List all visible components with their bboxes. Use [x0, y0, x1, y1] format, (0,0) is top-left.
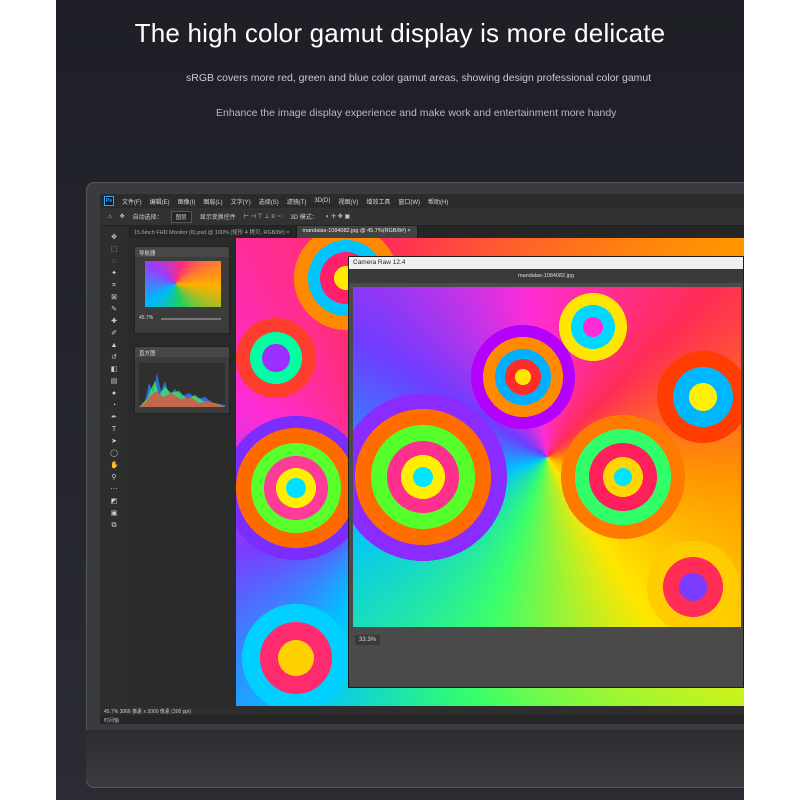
- camera-raw-preview[interactable]: [353, 287, 741, 627]
- menu-window[interactable]: 窗口(W): [398, 197, 420, 206]
- tab-mandalas[interactable]: mandalas-1084082.jpg @ 45.7%(RGB/8#) ×: [296, 226, 418, 238]
- menu-help[interactable]: 帮助(H): [428, 197, 448, 206]
- menu-plugins[interactable]: 增效工具: [366, 197, 390, 206]
- photoshop-logo: Ps: [104, 196, 114, 206]
- camera-raw-filename: mandalas-1084082.jpg: [349, 269, 743, 283]
- monitor-screen: Ps 文件(F) 编辑(E) 图像(I) 图层(L) 文字(Y) 选择(S) 滤…: [100, 194, 744, 724]
- subtext-experience: Enhance the image display experience and…: [216, 107, 617, 119]
- dodge-icon[interactable]: ◔: [110, 402, 118, 409]
- move-icon[interactable]: ✥: [110, 234, 118, 241]
- menu-filter[interactable]: 滤镜(T): [287, 197, 307, 206]
- menu-layer[interactable]: 图层(L): [203, 197, 222, 206]
- history-brush-icon[interactable]: ↺: [110, 354, 118, 361]
- type-icon[interactable]: T: [110, 426, 118, 433]
- frame-icon[interactable]: ⊠: [110, 294, 118, 301]
- healing-icon[interactable]: ✚: [110, 318, 118, 325]
- menu-file[interactable]: 文件(F): [122, 197, 142, 206]
- side-panels: 导航器 45.7% 直方图: [128, 238, 236, 706]
- 3d-mode-label: 3D 模式：: [290, 215, 318, 221]
- path-select-icon[interactable]: ➤: [110, 438, 118, 445]
- lasso-icon[interactable]: ◌: [110, 258, 118, 265]
- status-bar: 45.7% 3066 像素 x 2000 像素 (300 ppi): [100, 706, 744, 715]
- navigator-thumbnail[interactable]: [145, 261, 221, 307]
- align-icons[interactable]: ⊢ ⊣ ⊤ ⊥ ≡ ⋯: [244, 213, 283, 220]
- photoshop-menubar: Ps 文件(F) 编辑(E) 图像(I) 图层(L) 文字(Y) 选择(S) 滤…: [100, 194, 744, 208]
- document-tabs: 15.6inch FHD Monitor (6).psd @ 100% (矩形 …: [128, 226, 744, 238]
- monitor-chin: [86, 730, 744, 786]
- screen-mode-icon[interactable]: ⧉: [110, 522, 118, 529]
- home-icon[interactable]: ⌂: [108, 214, 112, 220]
- timeline-tab[interactable]: 时间轴: [100, 715, 744, 724]
- layer-select-dropdown[interactable]: 图层: [170, 210, 192, 223]
- crop-icon[interactable]: ⌗: [110, 282, 118, 289]
- menu-view[interactable]: 视图(V): [338, 197, 358, 206]
- menu-3d[interactable]: 3D(D): [314, 198, 330, 204]
- stamp-icon[interactable]: ▲: [110, 342, 118, 349]
- eyedropper-icon[interactable]: ✎: [110, 306, 118, 313]
- histogram-panel: 直方图: [134, 346, 230, 414]
- camera-raw-dialog: Camera Raw 12.4 mandalas-1084082.jpg 33.…: [348, 256, 744, 688]
- menu-edit[interactable]: 编辑(E): [150, 197, 170, 206]
- brush-icon[interactable]: ✐: [110, 330, 118, 337]
- navigator-zoom-slider[interactable]: [161, 318, 221, 320]
- tab-psd[interactable]: 15.6inch FHD Monitor (6).psd @ 100% (矩形 …: [128, 226, 297, 238]
- promo-stage: The high color gamut display is more del…: [56, 0, 744, 800]
- marquee-icon[interactable]: ⬚: [110, 246, 118, 253]
- camera-raw-title: Camera Raw 12.4: [349, 257, 743, 269]
- auto-select-label[interactable]: 自动选择：: [133, 212, 163, 221]
- quick-mask-icon[interactable]: ▣: [110, 510, 118, 517]
- hand-icon[interactable]: ✋: [110, 462, 119, 469]
- options-bar: ⌂ ✥ 自动选择： 图层 显示变换控件 ⊢ ⊣ ⊤ ⊥ ≡ ⋯ 3D 模式： ◐…: [100, 208, 744, 226]
- histogram-title: 直方图: [135, 347, 229, 357]
- document-canvas[interactable]: Camera Raw 12.4 mandalas-1084082.jpg 33.…: [236, 238, 744, 706]
- subtext-gamut: sRGB covers more red, green and blue col…: [186, 72, 652, 84]
- 3d-controls-icons[interactable]: ◐ ✢ ✥ ▣: [326, 213, 350, 220]
- show-transform-checkbox[interactable]: 显示变换控件: [200, 212, 236, 221]
- histogram-graph: [139, 363, 225, 407]
- more-tools-icon[interactable]: ⋯: [110, 486, 118, 493]
- zoom-icon[interactable]: ⚲: [110, 474, 118, 481]
- camera-raw-zoom-select[interactable]: 33.3%: [355, 635, 381, 645]
- menu-type[interactable]: 文字(Y): [231, 197, 251, 206]
- color-swatches-icon[interactable]: ◩: [110, 498, 118, 505]
- shape-icon[interactable]: ◯: [110, 450, 118, 457]
- eraser-icon[interactable]: ◧: [110, 366, 118, 373]
- blur-icon[interactable]: ●: [110, 390, 118, 397]
- navigator-zoom[interactable]: 45.7%: [139, 315, 153, 321]
- gradient-icon[interactable]: ▤: [110, 378, 118, 385]
- navigator-panel: 导航器 45.7%: [134, 246, 230, 334]
- headline: The high color gamut display is more del…: [134, 18, 666, 48]
- menu-image[interactable]: 图像(I): [178, 197, 196, 206]
- tools-panel: ✥ ⬚ ◌ ✦ ⌗ ⊠ ✎ ✚ ✐ ▲ ↺ ◧ ▤ ● ◔ ✒ T ➤ ◯ ✋ …: [100, 226, 128, 706]
- magic-wand-icon[interactable]: ✦: [110, 270, 118, 277]
- pen-icon[interactable]: ✒: [110, 414, 118, 421]
- move-tool-icon[interactable]: ✥: [120, 213, 125, 220]
- menu-select[interactable]: 选择(S): [259, 197, 279, 206]
- navigator-title: 导航器: [135, 247, 229, 257]
